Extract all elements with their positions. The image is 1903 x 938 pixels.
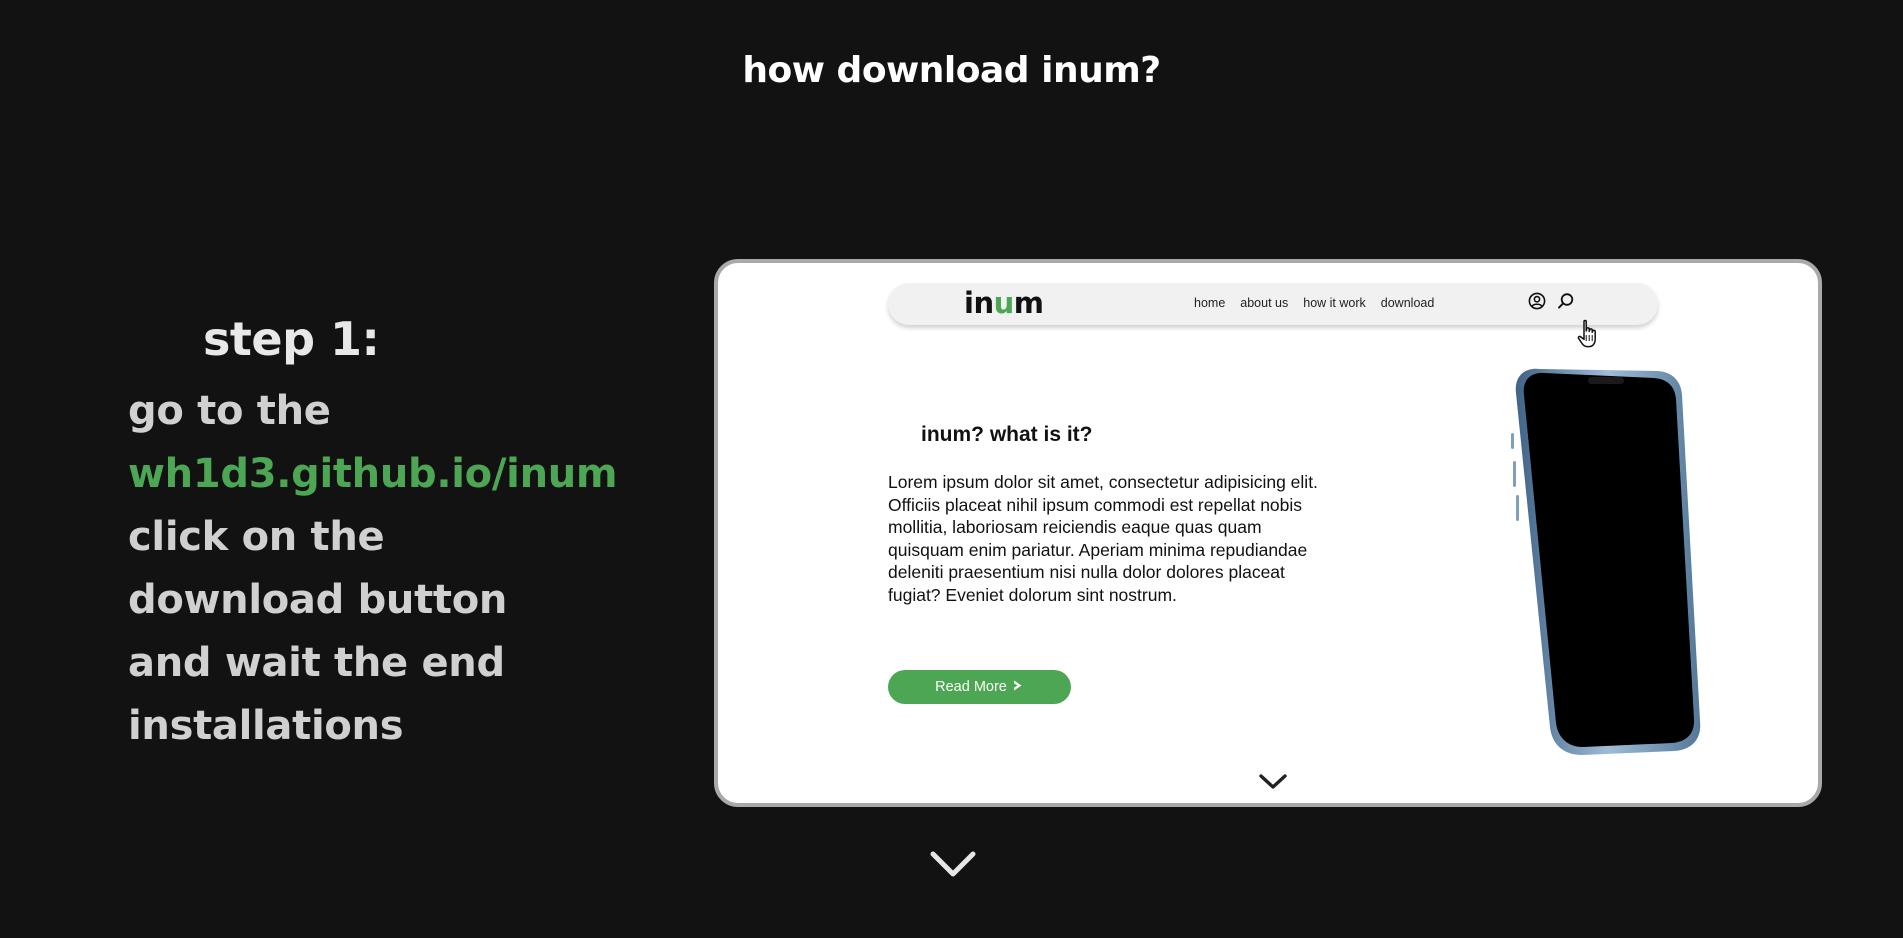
hand-pointer-icon <box>1576 319 1602 353</box>
logo-text-accent: u <box>993 286 1015 320</box>
nav-item-home[interactable]: home <box>1194 296 1225 310</box>
nav-item-download[interactable]: download <box>1381 296 1435 310</box>
phone-image <box>1488 363 1718 767</box>
chevron-right-icon <box>1012 679 1024 696</box>
preview-nav-links: home about us how it work download <box>1194 296 1434 310</box>
instruction-line: go to the <box>128 388 331 434</box>
instruction-line: and wait the end <box>128 640 505 686</box>
search-icon[interactable] <box>1557 292 1575 314</box>
site-preview-screenshot: inum home about us how it work download <box>714 259 1822 807</box>
chevron-down-icon[interactable] <box>1256 771 1290 797</box>
instruction-line: download button <box>128 577 508 623</box>
logo-text-start: in <box>964 286 994 320</box>
user-circle-icon[interactable] <box>1528 292 1546 314</box>
read-more-button[interactable]: Read More <box>888 670 1071 704</box>
preview-body-text: Lorem ipsum dolor sit amet, consectetur … <box>888 472 1318 605</box>
chevron-down-icon[interactable] <box>927 848 979 886</box>
instruction-line: installations <box>128 703 404 749</box>
page: how download inum? step 1: go to the wh1… <box>0 0 1903 938</box>
preview-heading: inum? what is it? <box>921 423 1093 446</box>
logo-text-end: m <box>1013 286 1044 320</box>
read-more-label: Read More <box>935 679 1007 695</box>
page-title: how download inum? <box>742 50 1161 91</box>
nav-item-how-it-work[interactable]: how it work <box>1303 296 1366 310</box>
preview-logo: inum <box>964 286 1044 320</box>
preview-navbar: inum home about us how it work download <box>888 283 1658 348</box>
step-instructions: go to the wh1d3.github.io/inum click on … <box>128 380 618 758</box>
site-link[interactable]: wh1d3.github.io/inum <box>128 443 618 506</box>
instruction-line: click on the <box>128 514 385 560</box>
preview-nav-icons <box>1528 292 1575 314</box>
nav-item-about[interactable]: about us <box>1240 296 1288 310</box>
step-heading: step 1: <box>203 312 380 366</box>
